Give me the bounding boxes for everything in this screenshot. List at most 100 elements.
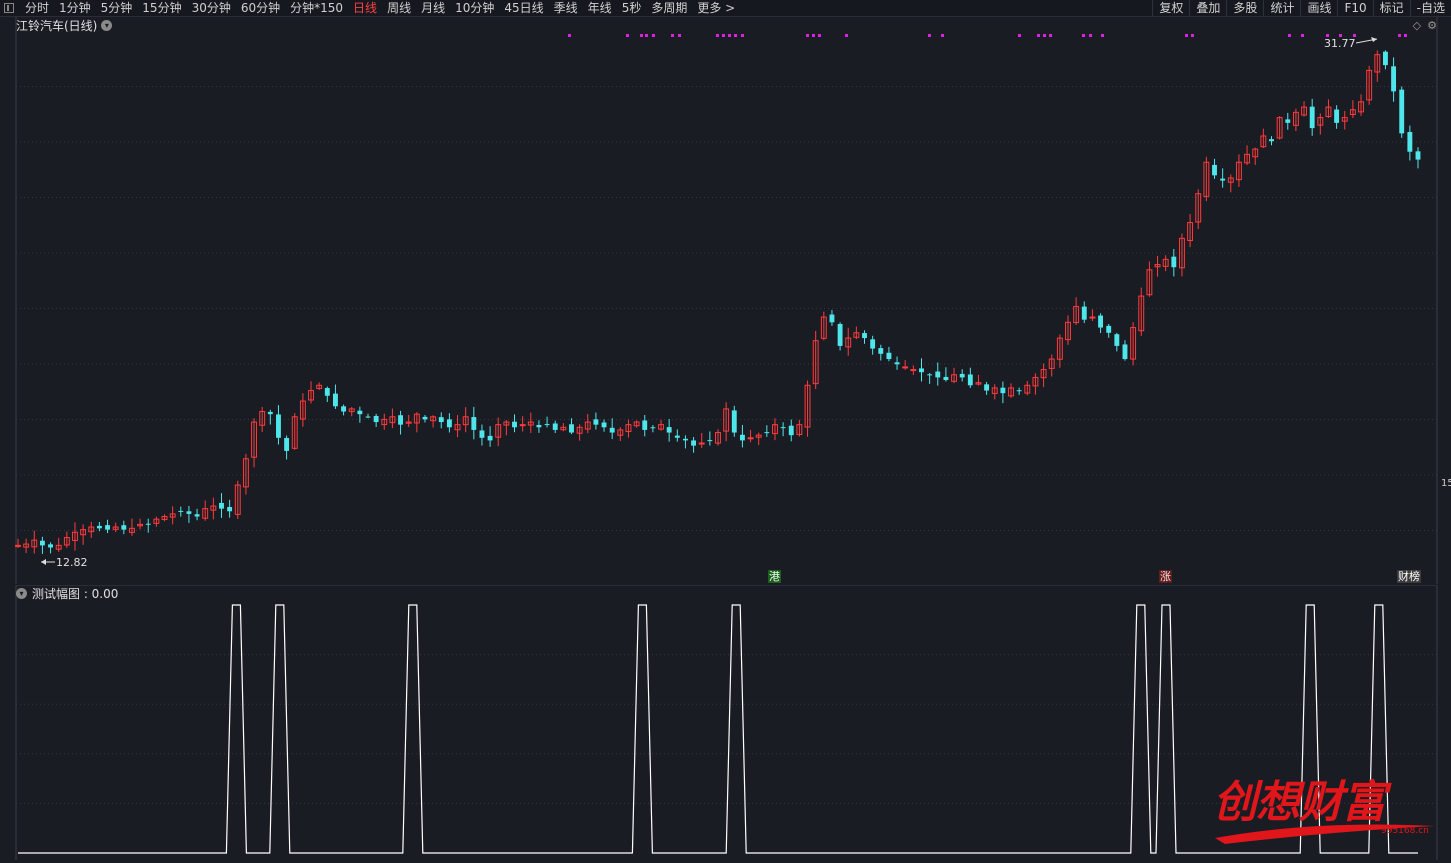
signal-marker	[941, 34, 944, 37]
period-tab-5[interactable]: 60分钟	[236, 0, 285, 16]
candle-body-up	[902, 366, 909, 369]
candle-body-down	[967, 374, 973, 386]
signal-marker	[568, 34, 571, 37]
candle-body-down	[935, 371, 941, 378]
signal-marker	[1398, 34, 1401, 37]
candle-body-down	[1122, 344, 1128, 360]
signal-marker	[626, 34, 629, 37]
signal-marker	[1288, 34, 1291, 37]
signal-marker	[728, 34, 731, 37]
period-tab-12[interactable]: 季线	[549, 0, 583, 16]
candle-body-down	[333, 393, 338, 407]
candle-body-down	[479, 430, 485, 438]
candle-body-down	[683, 438, 688, 441]
candle-body-down	[422, 416, 428, 420]
top-right-icons: ◇ ⚙	[1413, 19, 1437, 32]
gear-icon[interactable]: ⚙	[1427, 19, 1437, 32]
period-tab-0[interactable]: 分时	[20, 0, 54, 16]
candle-body-up	[698, 442, 705, 445]
candle-body-up	[519, 424, 526, 427]
candle-body-down	[1000, 387, 1006, 394]
panel-toggle-icon[interactable]	[4, 3, 14, 13]
candle-body-down	[650, 427, 656, 429]
period-tab-7[interactable]: 日线	[348, 0, 382, 16]
flag-gang[interactable]: 港	[768, 570, 781, 583]
period-tab-2[interactable]: 5分钟	[96, 0, 138, 16]
tool-button-3[interactable]: 统计	[1263, 0, 1300, 16]
candle-body-down	[96, 525, 102, 529]
period-tab-13[interactable]: 年线	[583, 0, 617, 16]
candle-body-down	[609, 427, 615, 433]
signal-marker	[1101, 34, 1104, 37]
tool-button-2[interactable]: 多股	[1226, 0, 1263, 16]
candle-body-down	[878, 348, 884, 354]
candle-body-down	[919, 368, 924, 373]
indicator-title-row: ▾ 测试幅图 : 0.00	[16, 585, 118, 601]
flag-caibang[interactable]: 财榜	[1397, 570, 1421, 583]
candle-body-down	[593, 419, 599, 425]
signal-marker	[1301, 34, 1304, 37]
candle-body-down	[886, 352, 892, 360]
tool-button-1[interactable]: 叠加	[1189, 0, 1226, 16]
candle-body-down	[984, 384, 990, 391]
period-tab-16[interactable]: 更多 >	[692, 0, 740, 16]
period-tab-6[interactable]: 分钟*150	[285, 0, 348, 16]
candle-body-down	[707, 440, 713, 442]
indicator-chart[interactable]	[0, 584, 1451, 860]
period-tab-14[interactable]: 5秒	[617, 0, 647, 16]
tool-button-4[interactable]: 画线	[1300, 0, 1337, 16]
signal-marker	[1018, 34, 1021, 37]
candle-body-down	[780, 427, 786, 429]
tool-button-5[interactable]: F10	[1337, 0, 1372, 16]
signal-marker	[741, 34, 744, 37]
tool-button-6[interactable]: 标记	[1372, 0, 1410, 16]
period-tab-9[interactable]: 月线	[416, 0, 450, 16]
stock-title: 江铃汽车(日线)	[16, 18, 98, 33]
signal-marker	[1043, 34, 1046, 37]
candle-body-down	[398, 415, 403, 425]
candle-body-down	[121, 525, 127, 530]
signal-marker	[1082, 34, 1085, 37]
period-tab-8[interactable]: 周线	[382, 0, 416, 16]
period-tab-10[interactable]: 10分钟	[450, 0, 499, 16]
tool-button-0[interactable]: 复权	[1152, 0, 1189, 16]
candle-body-down	[674, 435, 680, 438]
candle-body-down	[691, 440, 697, 446]
low-arrow-head-icon	[41, 559, 46, 565]
period-tab-4[interactable]: 30分钟	[187, 0, 236, 16]
candle-body-down	[1309, 106, 1315, 129]
signal-marker	[1191, 34, 1194, 37]
period-toolbar: 分时 1分钟 5分钟 15分钟 30分钟 60分钟 分钟*150 日线 周线 月线 10分钟 45日线…	[0, 0, 1451, 17]
candle-body-down	[569, 424, 574, 433]
indicator-svg[interactable]	[0, 584, 1451, 860]
candle-body-down	[105, 525, 110, 530]
candle-body-down	[1383, 51, 1388, 66]
signal-marker	[652, 34, 655, 37]
candle-body-down	[1106, 325, 1112, 333]
candle-body-down	[373, 415, 379, 423]
period-tab-1[interactable]: 1分钟	[54, 0, 96, 16]
indicator-title: 测试幅图 : 0.00	[32, 586, 119, 601]
flag-zhang[interactable]: 涨	[1159, 570, 1172, 583]
candle-body-down	[943, 376, 949, 381]
signal-marker	[716, 34, 719, 37]
candlestick-svg[interactable]: 31.77 12.82	[0, 17, 1451, 584]
chevron-down-icon[interactable]: ▾	[16, 587, 27, 599]
candle-body-down	[1285, 119, 1291, 123]
candle-body-down	[1220, 178, 1226, 181]
candle-body-down	[1334, 109, 1340, 123]
candle-body-down	[544, 424, 550, 426]
signal-marker	[678, 34, 681, 37]
period-tab-3[interactable]: 15分钟	[137, 0, 186, 16]
period-tab-15[interactable]: 多周期	[646, 0, 692, 16]
period-tab-11[interactable]: 45日线	[499, 0, 548, 16]
candle-body-down	[1399, 89, 1405, 134]
candlestick-chart[interactable]: 31.77 12.82	[0, 17, 1451, 584]
candle-body-down	[1016, 390, 1022, 392]
diamond-icon[interactable]: ◇	[1413, 19, 1421, 32]
candle-body-down	[601, 422, 607, 428]
tool-button-7[interactable]: -自选	[1409, 0, 1451, 16]
chevron-down-icon[interactable]: ▾	[101, 19, 113, 31]
signal-marker	[722, 34, 725, 37]
candle-body-down	[1391, 66, 1397, 92]
